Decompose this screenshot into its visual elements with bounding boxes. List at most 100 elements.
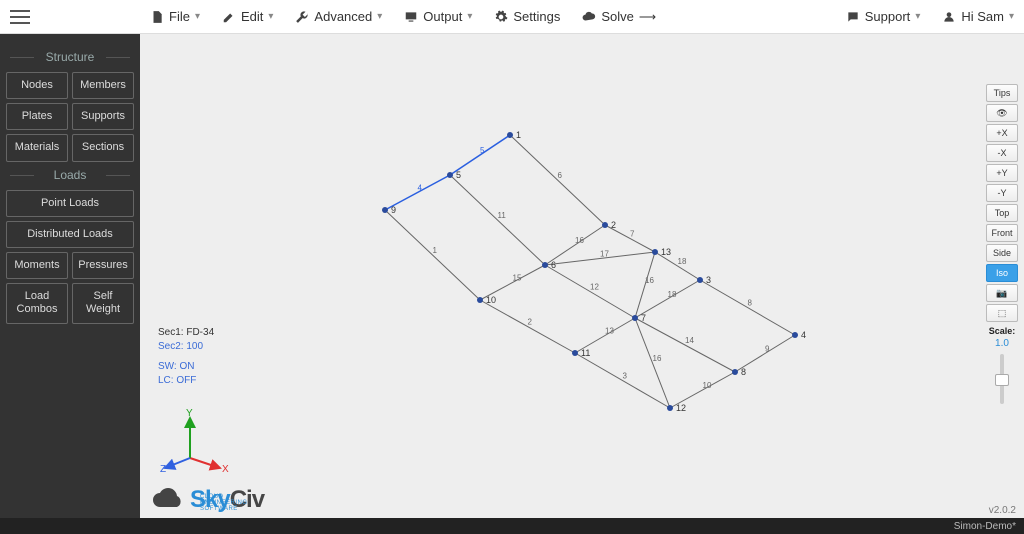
loads-section-title: Loads — [6, 168, 134, 182]
settings-label: Settings — [513, 9, 560, 24]
version-label: v2.0.2 — [989, 505, 1016, 516]
advanced-menu[interactable]: Advanced▾ — [295, 9, 382, 24]
svg-text:16: 16 — [645, 276, 654, 285]
menu-toggle-icon[interactable] — [10, 10, 30, 24]
chevron-down-icon: ▾ — [1009, 11, 1014, 22]
model-svg: 5461111615718171612213818143910161592610… — [140, 34, 1024, 518]
view-tool-tips[interactable]: Tips — [986, 84, 1018, 102]
pencil-icon — [222, 10, 236, 24]
right-menu: Support ▾ Hi Sam▾ — [846, 9, 1014, 24]
cloud-logo-icon — [150, 487, 186, 513]
view-tool--y[interactable]: -Y — [986, 184, 1018, 202]
file-menu[interactable]: File ▾ — [150, 9, 200, 24]
chevron-down-icon: ▾ — [268, 11, 273, 22]
svg-text:6: 6 — [551, 260, 556, 270]
svg-text:10: 10 — [703, 381, 712, 390]
load-combos-button[interactable]: Load Combos — [6, 283, 68, 323]
svg-text:11: 11 — [581, 348, 590, 358]
scale-slider[interactable] — [1000, 354, 1004, 404]
svg-text:15: 15 — [513, 274, 522, 283]
svg-text:18: 18 — [668, 290, 677, 299]
edit-menu[interactable]: Edit ▾ — [222, 9, 273, 24]
model-canvas[interactable]: 5461111615718171612213818143910161592610… — [140, 34, 1024, 518]
user-menu[interactable]: Hi Sam▾ — [942, 9, 1014, 24]
svg-text:12: 12 — [590, 283, 599, 292]
svg-text:4: 4 — [418, 184, 423, 193]
svg-text:2: 2 — [528, 318, 533, 327]
canvas-info: Sec1: FD-34 Sec2: 100 SW: ON LC: OFF — [158, 326, 214, 388]
supports-button[interactable]: Supports — [72, 103, 134, 130]
svg-text:Y: Y — [186, 408, 193, 419]
svg-text:7: 7 — [641, 313, 646, 323]
view-tool-[interactable]: 👁 — [986, 104, 1018, 122]
view-tool-+x[interactable]: +X — [986, 124, 1018, 142]
view-tool-[interactable]: 📷 — [986, 284, 1018, 302]
support-menu[interactable]: Support ▾ — [846, 9, 921, 24]
advanced-label: Advanced — [314, 9, 372, 24]
self-weight-status: SW: ON — [158, 360, 214, 374]
status-bar: Simon-Demo* — [0, 518, 1024, 534]
support-label: Support — [865, 9, 911, 24]
members-button[interactable]: Members — [72, 72, 134, 99]
view-tool-side[interactable]: Side — [986, 244, 1018, 262]
slider-thumb[interactable] — [995, 374, 1009, 386]
svg-text:1: 1 — [516, 130, 521, 140]
view-tools-panel: Tips👁+X-X+Y-YTopFrontSideIso📷⬚ Scale: 1.… — [984, 84, 1020, 404]
svg-text:Z: Z — [160, 464, 166, 475]
view-tool-+y[interactable]: +Y — [986, 164, 1018, 182]
distributed-loads-button[interactable]: Distributed Loads — [6, 221, 134, 248]
svg-text:3: 3 — [623, 372, 628, 381]
svg-text:9: 9 — [765, 345, 770, 354]
solve-label: Solve — [601, 9, 634, 24]
user-icon — [942, 10, 956, 24]
svg-text:16: 16 — [653, 354, 662, 363]
load-combo-status: LC: OFF — [158, 374, 214, 388]
solve-button[interactable]: Solve ⟶ — [582, 9, 656, 24]
arrow-right-icon: ⟶ — [639, 10, 656, 24]
svg-text:13: 13 — [661, 247, 671, 257]
cloud-icon — [582, 10, 596, 24]
section1-label: Sec1: FD-34 — [158, 326, 214, 340]
chevron-down-icon: ▾ — [195, 11, 200, 22]
edit-label: Edit — [241, 9, 263, 24]
svg-text:5: 5 — [480, 146, 485, 155]
output-menu[interactable]: Output ▾ — [404, 9, 472, 24]
project-name: Simon-Demo* — [954, 521, 1016, 532]
svg-text:13: 13 — [605, 327, 614, 336]
sections-button[interactable]: Sections — [72, 134, 134, 161]
svg-text:5: 5 — [456, 170, 461, 180]
svg-text:2: 2 — [611, 220, 616, 230]
svg-text:8: 8 — [741, 367, 746, 377]
self-weight-button[interactable]: Self Weight — [72, 283, 134, 323]
brand-tagline: CLOUD ENGINEERING SOFTWARE — [200, 494, 264, 512]
view-tool-[interactable]: ⬚ — [986, 304, 1018, 322]
point-loads-button[interactable]: Point Loads — [6, 190, 134, 217]
svg-text:17: 17 — [600, 250, 609, 259]
plates-button[interactable]: Plates — [6, 103, 68, 130]
chat-icon — [846, 10, 860, 24]
svg-text:7: 7 — [630, 230, 635, 239]
svg-text:X: X — [222, 464, 229, 475]
section2-label: Sec2: 100 — [158, 340, 214, 354]
view-tool--x[interactable]: -X — [986, 144, 1018, 162]
view-tool-iso[interactable]: Iso — [986, 264, 1018, 282]
svg-text:3: 3 — [706, 275, 711, 285]
chevron-down-icon: ▾ — [467, 11, 472, 22]
moments-button[interactable]: Moments — [6, 252, 68, 279]
output-label: Output — [423, 9, 462, 24]
view-tool-top[interactable]: Top — [986, 204, 1018, 222]
settings-menu[interactable]: Settings — [494, 9, 560, 24]
svg-text:11: 11 — [498, 211, 507, 220]
chevron-down-icon: ▾ — [915, 11, 920, 22]
svg-text:8: 8 — [748, 299, 753, 308]
file-label: File — [169, 9, 190, 24]
view-tool-front[interactable]: Front — [986, 224, 1018, 242]
svg-text:10: 10 — [486, 295, 496, 305]
top-menu-bar: File▾ Edit▾ Advanced▾ Output▾ Settings S… — [0, 0, 1024, 34]
pressures-button[interactable]: Pressures — [72, 252, 134, 279]
svg-text:1: 1 — [433, 246, 438, 255]
materials-button[interactable]: Materials — [6, 134, 68, 161]
axes-indicator: X Y Z — [160, 408, 230, 478]
nodes-button[interactable]: Nodes — [6, 72, 68, 99]
svg-text:9: 9 — [391, 205, 396, 215]
